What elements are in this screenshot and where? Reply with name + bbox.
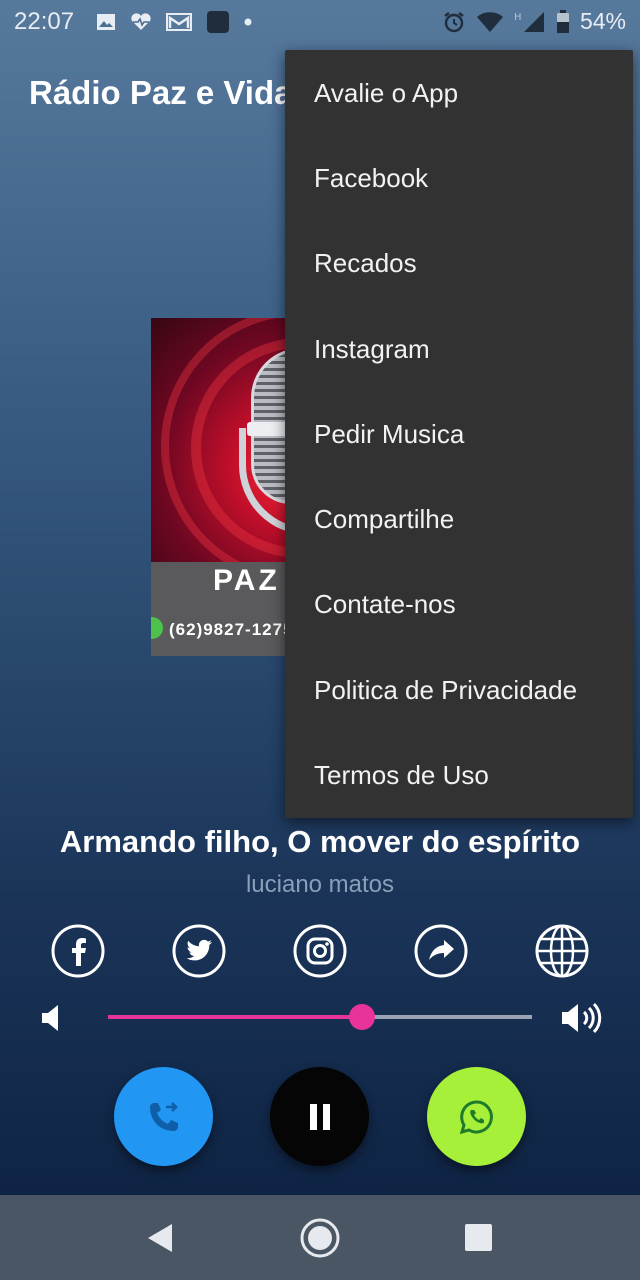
menu-item-avalie[interactable]: Avalie o App (285, 52, 633, 137)
menu-item-label: Recados (314, 248, 417, 278)
image-icon (97, 14, 115, 30)
volume-high-icon (562, 1002, 602, 1034)
volume-slider-thumb[interactable] (349, 1004, 376, 1030)
battery-percentage: 54% (579, 8, 626, 34)
menu-item-label: Compartilhe (314, 504, 455, 534)
share-icon[interactable] (414, 924, 468, 978)
app-square-icon (207, 11, 229, 33)
cover-phone: (62)9827-1275 (169, 620, 294, 639)
call-button[interactable] (114, 1067, 213, 1166)
pause-button[interactable] (270, 1067, 369, 1166)
back-icon[interactable] (146, 1222, 174, 1254)
menu-item-label: Politica de Privacidade (314, 675, 578, 705)
volume-slider[interactable] (108, 1004, 532, 1030)
overflow-menu: Avalie o App Facebook Recados Instagram … (285, 50, 633, 818)
battery-icon (556, 9, 569, 33)
system-icons: H 54% (442, 8, 626, 35)
status-time: 22:07 (14, 8, 75, 35)
menu-item-label: Pedir Musica (314, 419, 465, 449)
status-bar: 22:07 H 54% (0, 0, 640, 46)
menu-item-label: Facebook (314, 163, 429, 193)
svg-text:H: H (514, 12, 522, 23)
menu-item-label: Contate-nos (314, 589, 456, 619)
menu-item-facebook[interactable]: Facebook (285, 137, 633, 222)
menu-item-pedir-musica[interactable]: Pedir Musica (285, 393, 633, 478)
whatsapp-button[interactable] (427, 1067, 526, 1166)
volume-slider-fill (108, 1015, 363, 1019)
facebook-icon[interactable] (51, 924, 105, 978)
home-icon[interactable] (299, 1217, 341, 1259)
alarm-icon (444, 11, 464, 32)
menu-item-label: Termos de Uso (314, 760, 489, 790)
globe-icon[interactable] (535, 924, 589, 978)
whatsapp-icon (459, 1099, 493, 1134)
menu-item-label: Instagram (314, 334, 430, 364)
whatsapp-dot-icon (151, 617, 163, 639)
gmail-icon (166, 13, 192, 31)
phone-transfer-icon (149, 1101, 178, 1131)
navigation-bar (0, 1195, 640, 1280)
volume-low-icon (42, 1005, 58, 1031)
recents-icon[interactable] (465, 1224, 492, 1251)
notification-icons (96, 10, 252, 34)
heart-pulse-icon (131, 13, 151, 31)
track-title: Armando filho, O mover do espírito (59, 824, 581, 859)
menu-item-label: Avalie o App (314, 78, 459, 108)
menu-item-recados[interactable]: Recados (285, 222, 633, 307)
track-artist: luciano matos (245, 871, 395, 898)
signal-icon: H (514, 11, 544, 32)
menu-item-privacidade[interactable]: Politica de Privacidade (285, 649, 633, 734)
menu-item-compartilhe[interactable]: Compartilhe (285, 478, 633, 563)
menu-item-termos[interactable]: Termos de Uso (285, 734, 633, 819)
app-title: Rádio Paz e Vida (29, 74, 293, 111)
pause-icon (309, 1103, 330, 1130)
twitter-icon[interactable] (172, 924, 226, 978)
wifi-icon (476, 11, 503, 32)
instagram-icon[interactable] (293, 924, 347, 978)
menu-item-contate[interactable]: Contate-nos (285, 563, 633, 648)
dot-icon (244, 18, 252, 26)
menu-item-instagram[interactable]: Instagram (285, 308, 633, 393)
